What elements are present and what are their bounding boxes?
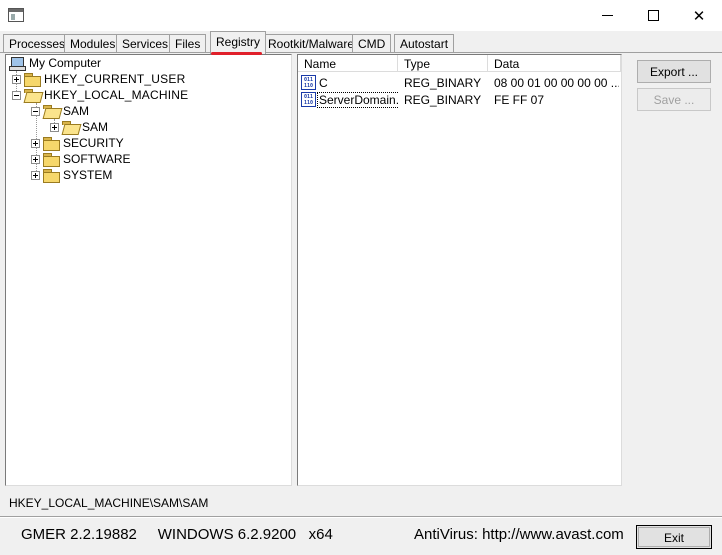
- row-data: FE FF 07: [494, 93, 545, 107]
- row-type: REG_BINARY: [404, 76, 482, 90]
- collapse-icon[interactable]: [31, 106, 40, 116]
- tab-strip: Processes Modules Services Files Registr…: [0, 31, 722, 55]
- status-arch: x64: [308, 526, 333, 543]
- tree-item-sam[interactable]: SAM: [31, 103, 89, 119]
- status-version: GMER 2.2.19882: [21, 526, 137, 543]
- column-header-type[interactable]: Type: [398, 55, 488, 72]
- close-icon: ✕: [692, 6, 706, 25]
- registry-tree[interactable]: My Computer HKEY_CURRENT_USER HKEY_LOCAL…: [5, 54, 292, 486]
- folder-icon: [43, 168, 60, 183]
- list-row[interactable]: 011 110 ServerDomain... REG_BINARY FE FF …: [298, 91, 621, 108]
- tree-item-label: SAM: [63, 104, 90, 118]
- expand-icon[interactable]: [50, 122, 59, 132]
- expand-icon[interactable]: [12, 74, 21, 84]
- tree-item-hkcu[interactable]: HKEY_CURRENT_USER: [12, 71, 185, 87]
- column-header-name[interactable]: Name: [298, 55, 398, 72]
- tree-item-hklm[interactable]: HKEY_LOCAL_MACHINE: [12, 87, 188, 103]
- tab-registry[interactable]: Registry: [210, 31, 267, 54]
- folder-open-icon: [24, 88, 40, 102]
- tab-processes[interactable]: Processes: [3, 34, 72, 53]
- list-header: Name Type Data: [298, 55, 621, 72]
- tab-modules[interactable]: Modules: [64, 34, 122, 53]
- tree-item-label: HKEY_CURRENT_USER: [44, 72, 186, 86]
- expand-icon[interactable]: [31, 170, 40, 180]
- expand-icon[interactable]: [31, 154, 40, 164]
- folder-open-icon: [62, 120, 78, 134]
- minimize-icon: [601, 15, 613, 16]
- tree-item-label: HKEY_LOCAL_MACHINE: [44, 88, 189, 102]
- active-tab-highlight: [211, 52, 262, 55]
- tree-item-my-computer[interactable]: My Computer: [9, 55, 101, 71]
- status-system-info: GMER 2.2.19882 WINDOWS 6.2.9200 x64: [21, 526, 333, 543]
- close-button[interactable]: ✕: [676, 0, 722, 31]
- minimize-button[interactable]: [584, 0, 630, 31]
- folder-icon: [43, 152, 60, 167]
- status-antivirus: AntiVirus: http://www.avast.com: [414, 526, 624, 543]
- registry-values-list[interactable]: Name Type Data 011 110 C REG_BINARY 08 00…: [297, 54, 622, 486]
- status-divider-highlight: [0, 517, 722, 518]
- tab-autostart[interactable]: Autostart: [394, 34, 455, 53]
- save-button[interactable]: Save ...: [637, 88, 711, 111]
- tree-item-sam-sam[interactable]: SAM: [50, 119, 108, 135]
- tree-item-label: SAM: [82, 120, 109, 134]
- title-bar: ✕: [0, 0, 722, 31]
- export-button[interactable]: Export ...: [637, 60, 711, 83]
- exit-button[interactable]: Exit: [636, 525, 712, 549]
- row-name: ServerDomain...: [317, 91, 399, 108]
- app-icon: [8, 8, 24, 22]
- tab-panel-border: [0, 52, 722, 53]
- tree-item-label: SOFTWARE: [63, 152, 131, 166]
- computer-icon: [9, 56, 26, 71]
- tree-item-label: SYSTEM: [63, 168, 113, 182]
- folder-open-icon: [43, 104, 59, 118]
- collapse-icon[interactable]: [12, 90, 21, 100]
- row-name: C: [319, 76, 328, 90]
- current-key-path: HKEY_LOCAL_MACHINE\SAM\SAM: [9, 496, 209, 510]
- maximize-button[interactable]: [630, 0, 676, 31]
- tree-item-system[interactable]: SYSTEM: [31, 167, 112, 183]
- list-row[interactable]: 011 110 C REG_BINARY 08 00 01 00 00 00 00…: [298, 74, 621, 91]
- binary-value-icon: 011 110: [301, 75, 316, 90]
- tree-item-label: SECURITY: [63, 136, 124, 150]
- maximize-icon: [647, 10, 659, 21]
- tab-cmd[interactable]: CMD: [352, 34, 392, 53]
- row-name-text: ServerDomain...: [317, 92, 399, 108]
- status-os: WINDOWS 6.2.9200: [157, 526, 297, 543]
- tree-item-label: My Computer: [29, 56, 102, 70]
- tab-files[interactable]: Files: [169, 34, 207, 53]
- binary-value-icon: 011 110: [301, 92, 316, 107]
- row-data: 08 00 01 00 00 00 00 ...: [494, 76, 619, 90]
- folder-icon: [24, 72, 41, 87]
- column-header-data[interactable]: Data: [488, 55, 621, 72]
- expand-icon[interactable]: [31, 138, 40, 148]
- tab-services[interactable]: Services: [116, 34, 175, 53]
- tree-item-security[interactable]: SECURITY: [31, 135, 124, 151]
- tab-rootkit-malware[interactable]: Rootkit/Malware: [262, 34, 361, 53]
- folder-icon: [43, 136, 60, 151]
- row-type: REG_BINARY: [404, 93, 482, 107]
- tree-item-software[interactable]: SOFTWARE: [31, 151, 131, 167]
